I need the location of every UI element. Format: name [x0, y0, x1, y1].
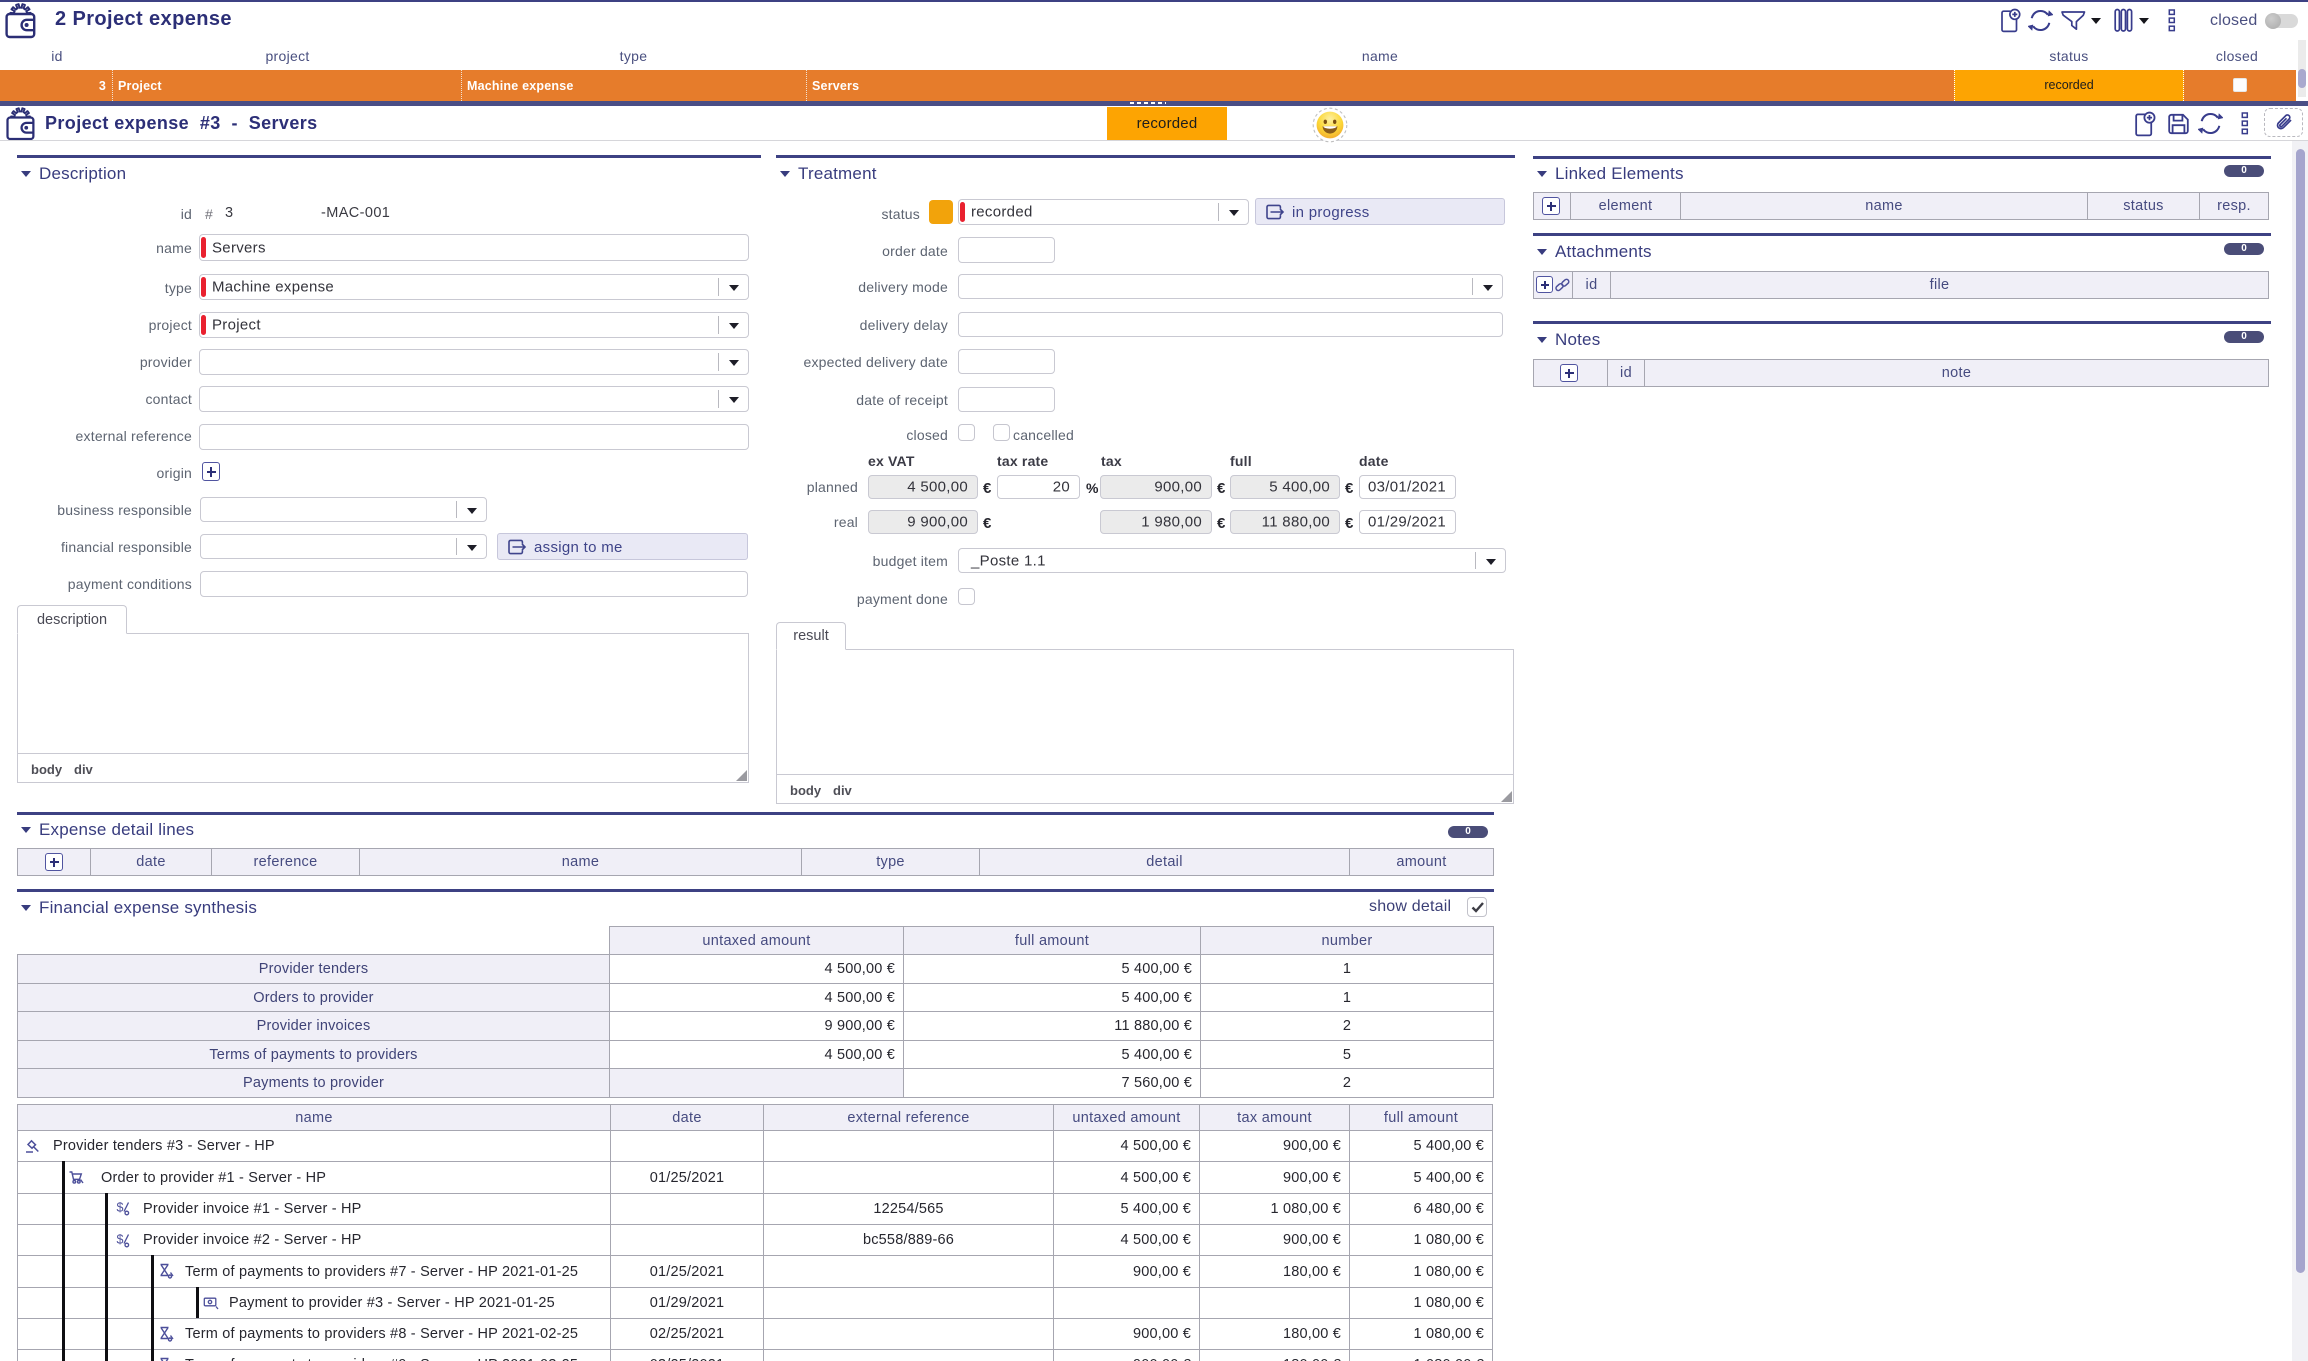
svg-text:$: $: [117, 1201, 124, 1215]
svg-text:$: $: [117, 1233, 124, 1247]
